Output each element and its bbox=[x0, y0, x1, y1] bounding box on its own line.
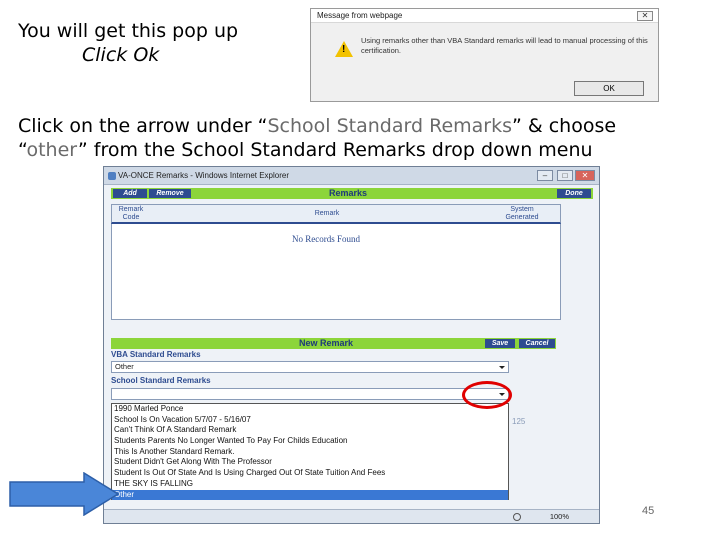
cancel-button[interactable]: Cancel bbox=[519, 339, 555, 348]
minimize-button[interactable]: – bbox=[537, 170, 553, 181]
chevron-down-icon[interactable] bbox=[499, 366, 505, 369]
save-button[interactable]: Save bbox=[485, 339, 515, 348]
caption-popup: You will get this pop up bbox=[18, 20, 239, 42]
column-remark-code: Remark Code bbox=[118, 206, 144, 221]
dialog-title: Message from webpage bbox=[311, 9, 658, 23]
warning-icon-mark: ! bbox=[342, 44, 346, 55]
dropdown-option[interactable]: School Is On Vacation 5/7/07 - 5/16/07 bbox=[112, 415, 508, 426]
remarks-table-body: No Records Found bbox=[111, 224, 561, 320]
dropdown-option-other[interactable]: Other bbox=[112, 489, 508, 501]
remove-button[interactable]: Remove bbox=[149, 189, 191, 198]
dropdown-option[interactable]: THE SKY IS FALLING bbox=[112, 479, 508, 490]
window-close-button[interactable]: ✕ bbox=[575, 170, 595, 181]
dialog-message: Using remarks other than VBA Standard re… bbox=[361, 36, 648, 55]
vba-remarks-label: VBA Standard Remarks bbox=[111, 350, 201, 359]
empty-message: No Records Found bbox=[292, 234, 360, 244]
ie-icon bbox=[108, 172, 116, 180]
status-bar: 100% bbox=[104, 509, 599, 523]
highlight-circle bbox=[462, 381, 512, 409]
done-button[interactable]: Done bbox=[557, 189, 591, 198]
new-remark-toolbar: New Remark Save Cancel bbox=[111, 338, 556, 349]
school-remarks-select[interactable] bbox=[111, 388, 509, 400]
add-button[interactable]: Add bbox=[113, 189, 147, 198]
page-number: 45 bbox=[642, 505, 655, 517]
message-dialog: Message from webpage ✕ ! Using remarks o… bbox=[310, 8, 659, 102]
zoom-level[interactable]: 100% bbox=[550, 512, 569, 521]
character-counter: 125 bbox=[512, 417, 526, 426]
column-remark: Remark bbox=[314, 210, 340, 217]
remarks-title: Remarks bbox=[329, 188, 368, 198]
caption-instructions: Click on the arrow under “School Standar… bbox=[18, 115, 617, 161]
dropdown-option[interactable]: This Is Another Standard Remark. bbox=[112, 447, 508, 458]
maximize-button[interactable]: □ bbox=[557, 170, 573, 181]
ok-button[interactable]: OK bbox=[574, 81, 644, 96]
vba-remarks-select[interactable]: Other bbox=[111, 361, 509, 373]
zoom-icon bbox=[513, 513, 521, 521]
dropdown-option[interactable]: Student Is Out Of State And Is Using Cha… bbox=[112, 468, 508, 479]
window-title: VA-ONCE Remarks - Windows Internet Explo… bbox=[104, 167, 599, 185]
pointer-arrow-icon bbox=[9, 472, 120, 516]
caption-click-ok: Click Ok bbox=[82, 44, 160, 66]
remarks-window: VA-ONCE Remarks - Windows Internet Explo… bbox=[103, 166, 600, 524]
school-remarks-label: School Standard Remarks bbox=[111, 376, 211, 385]
dialog-close-button[interactable]: ✕ bbox=[637, 11, 653, 21]
dropdown-option[interactable]: Student Didn't Get Along With The Profes… bbox=[112, 457, 508, 468]
dropdown-option[interactable]: 1990 Marled Ponce bbox=[112, 404, 508, 415]
new-remark-title: New Remark bbox=[299, 338, 354, 348]
school-remarks-dropdown[interactable]: 1990 Marled Ponce School Is On Vacation … bbox=[111, 403, 509, 501]
remarks-toolbar: Add Remove Remarks Done bbox=[111, 188, 593, 199]
dropdown-option[interactable]: Can't Think Of A Standard Remark bbox=[112, 425, 508, 436]
remarks-table-header: Remark Code Remark System Generated bbox=[111, 204, 561, 224]
column-system-generated: System Generated bbox=[505, 206, 539, 221]
dropdown-option[interactable]: Students Parents No Longer Wanted To Pay… bbox=[112, 436, 508, 447]
